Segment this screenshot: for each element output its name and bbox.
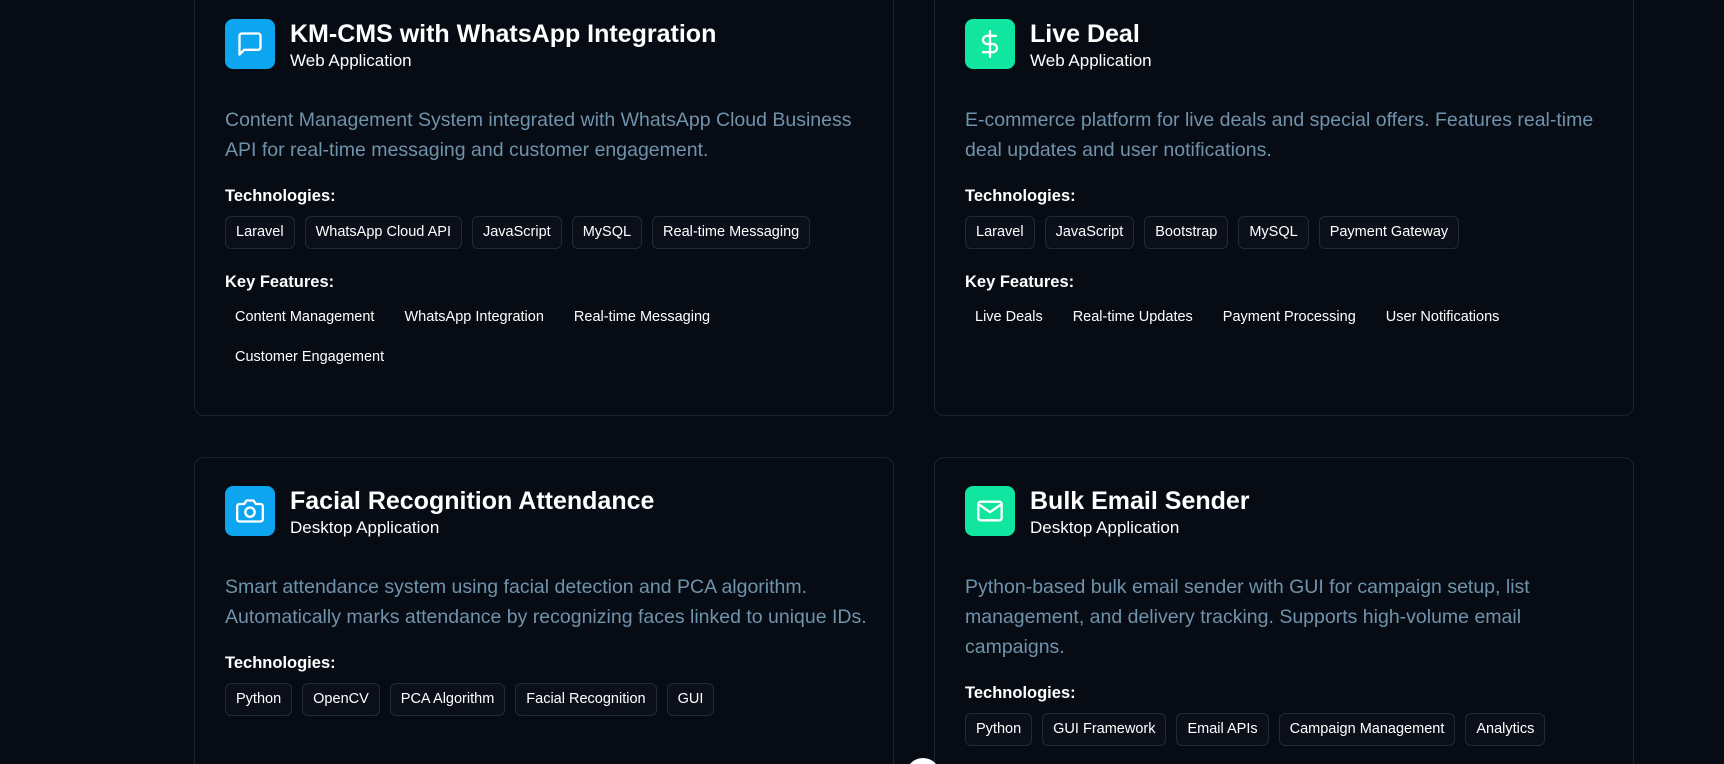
key-features-label: Key Features:: [965, 273, 1075, 291]
technologies-label: Technologies:: [225, 187, 336, 205]
technology-tags: Laravel JavaScript Bootstrap MySQL Payme…: [965, 216, 1603, 249]
tech-tag: Email APIs: [1176, 713, 1269, 746]
project-card-live-deal: Live Deal Web Application E-commerce pla…: [934, 0, 1634, 416]
tech-tag: JavaScript: [471, 216, 562, 249]
technologies-label: Technologies:: [965, 187, 1076, 205]
feature-list: Content Management WhatsApp Integration …: [225, 302, 863, 372]
project-card-facial-recognition: Facial Recognition Attendance Desktop Ap…: [194, 457, 894, 764]
tech-tag: Payment Gateway: [1318, 216, 1460, 249]
project-description: E-commerce platform for live deals and s…: [965, 109, 1594, 161]
project-card-km-cms: KM-CMS with WhatsApp Integration Web App…: [194, 0, 894, 416]
project-card-bulk-email: Bulk Email Sender Desktop Application Py…: [934, 457, 1634, 764]
technologies-label: Technologies:: [225, 654, 336, 672]
feature-item: Content Management: [235, 309, 375, 325]
project-description: Python-based bulk email sender with GUI …: [965, 576, 1530, 658]
tech-tag: Campaign Management: [1278, 713, 1456, 746]
tech-tag: Laravel: [965, 216, 1035, 249]
project-description: Smart attendance system using facial det…: [225, 576, 867, 628]
project-type: Web Application: [290, 51, 412, 70]
tech-tag: Python: [965, 713, 1033, 746]
project-type: Desktop Application: [290, 518, 440, 537]
message-square-icon: [225, 19, 275, 69]
project-description: Content Management System integrated wit…: [225, 109, 852, 161]
technology-tags: Laravel WhatsApp Cloud API JavaScript My…: [225, 216, 863, 249]
tech-tag: Facial Recognition: [515, 683, 657, 716]
feature-item: Real-time Updates: [1072, 309, 1193, 325]
project-title: Bulk Email Sender: [1030, 487, 1250, 515]
tech-tag: Python: [225, 683, 293, 716]
tech-tag: Real-time Messaging: [652, 216, 811, 249]
project-type: Web Application: [1030, 51, 1152, 70]
technology-tags: Python OpenCV PCA Algorithm Facial Recog…: [225, 683, 863, 716]
tech-tag: PCA Algorithm: [389, 683, 506, 716]
mail-icon: [965, 486, 1015, 536]
project-title: KM-CMS with WhatsApp Integration: [290, 20, 717, 48]
feature-item: WhatsApp Integration: [404, 309, 544, 325]
feature-item: Live Deals: [975, 309, 1043, 325]
feature-item: Customer Engagement: [235, 349, 385, 365]
tech-tag: Bootstrap: [1144, 216, 1229, 249]
feature-item: User Notifications: [1385, 309, 1500, 325]
dollar-sign-icon: [965, 19, 1015, 69]
feature-list: Live Deals Real-time Updates Payment Pro…: [965, 302, 1603, 332]
project-header: Facial Recognition Attendance Desktop Ap…: [225, 486, 863, 538]
tech-tag: OpenCV: [302, 683, 380, 716]
project-header: Bulk Email Sender Desktop Application: [965, 486, 1603, 538]
tech-tag: MySQL: [1238, 216, 1309, 249]
project-header: Live Deal Web Application: [965, 19, 1603, 71]
projects-page: KM-CMS with WhatsApp Integration Web App…: [0, 0, 1724, 764]
project-title: Live Deal: [1030, 20, 1140, 48]
project-header: KM-CMS with WhatsApp Integration Web App…: [225, 19, 863, 71]
tech-tag: Laravel: [225, 216, 295, 249]
project-title: Facial Recognition Attendance: [290, 487, 655, 515]
tech-tag: Analytics: [1465, 713, 1546, 746]
technologies-label: Technologies:: [965, 684, 1076, 702]
camera-icon: [225, 486, 275, 536]
tech-tag: GUI Framework: [1042, 713, 1167, 746]
key-features-label: Key Features:: [225, 273, 335, 291]
feature-item: Payment Processing: [1222, 309, 1356, 325]
feature-item: Real-time Messaging: [573, 309, 711, 325]
tech-tag: JavaScript: [1044, 216, 1135, 249]
tech-tag: MySQL: [571, 216, 643, 249]
tech-tag: WhatsApp Cloud API: [304, 216, 462, 249]
tech-tag: GUI: [666, 683, 715, 716]
technology-tags: Python GUI Framework Email APIs Campaign…: [965, 713, 1603, 746]
project-type: Desktop Application: [1030, 518, 1180, 537]
